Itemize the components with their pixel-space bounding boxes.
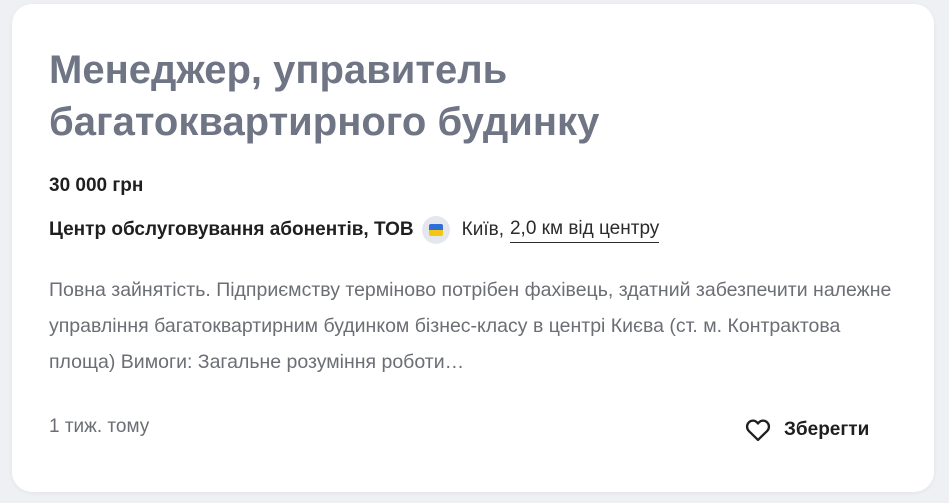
save-label: Зберегти: [784, 419, 870, 440]
city: Київ,: [461, 219, 504, 240]
ukraine-flag-icon: [421, 216, 450, 244]
save-button[interactable]: Зберегти: [744, 410, 869, 450]
salary: 30 000 грн: [49, 175, 144, 196]
company-name: Центр обслуговування абонентів, ТОВ: [49, 219, 414, 240]
distance-link[interactable]: 2,0 км від центру: [509, 218, 660, 243]
posted-time: 1 тиж. тому: [49, 416, 150, 437]
vacancy-card[interactable]: Менеджер, управитель багатоквартирного б…: [12, 4, 934, 492]
heart-icon: [745, 419, 771, 442]
vacancy-description: Повна зайнятість. Підприємству терміново…: [49, 279, 892, 373]
company-location-line: Центр обслуговування абонентів, ТОВ Київ…: [49, 213, 660, 247]
vacancy-title-link[interactable]: Менеджер, управитель багатоквартирного б…: [49, 44, 829, 148]
